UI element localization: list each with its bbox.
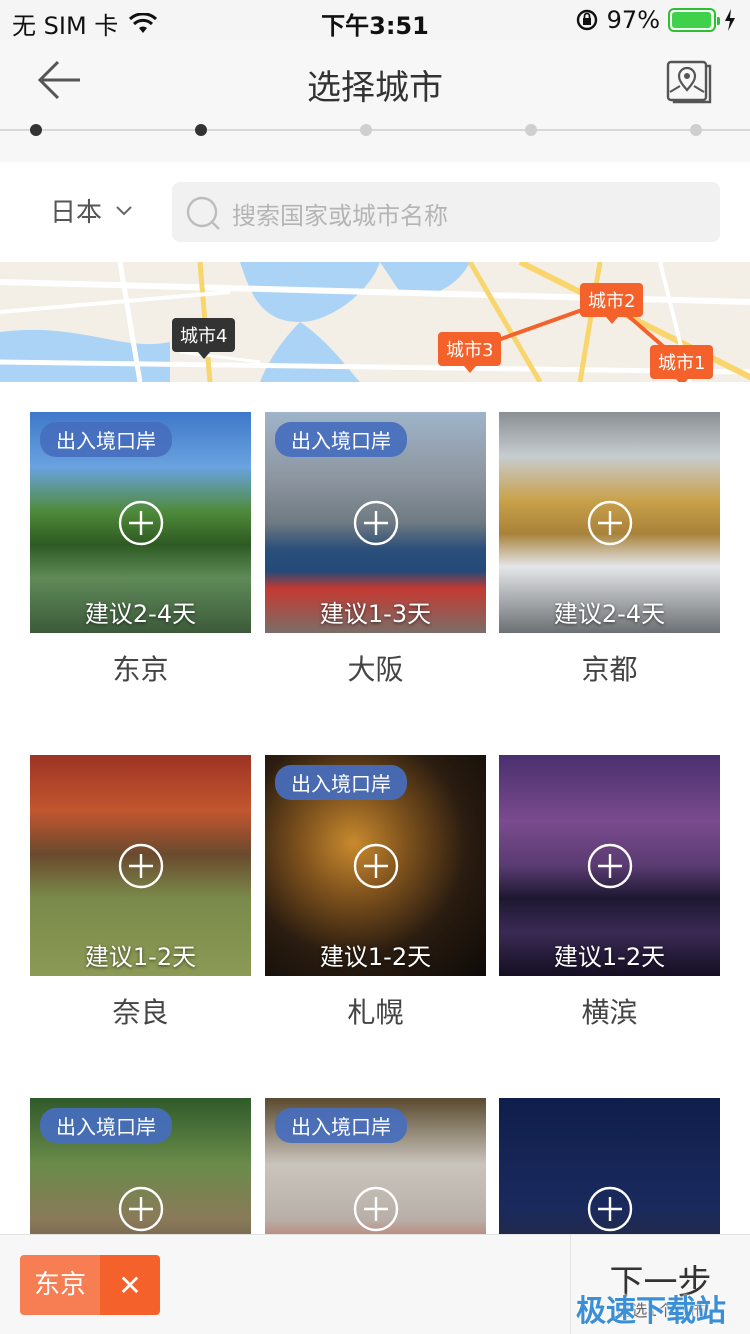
add-circle-icon[interactable] — [118, 843, 164, 889]
map-pin-city-4[interactable]: 城市4 — [172, 318, 236, 359]
map-background — [0, 262, 750, 382]
page: 无 SIM 卡 下午3:51 97% 选择城市 日本 搜索国家或城市名称 城市4… — [0, 0, 750, 1334]
add-circle-icon[interactable] — [118, 500, 164, 546]
watermark-logo: 极速下载站 — [576, 1294, 726, 1329]
city-photo: 出入境口岸 建议2-4天 — [30, 412, 251, 633]
battery-percent: 97% — [606, 6, 660, 34]
suggested-days: 建议1-3天 — [319, 600, 432, 628]
map-pin-city-3[interactable]: 城市3 — [438, 332, 502, 373]
city-photo: 建议2-4天 — [499, 412, 720, 633]
step-dot-2 — [195, 124, 207, 136]
port-badge: 出入境口岸 — [40, 422, 172, 457]
city-name: 横滨 — [581, 996, 638, 1029]
suggested-days: 建议2-4天 — [84, 600, 197, 628]
chevron-down-icon — [116, 205, 132, 215]
add-circle-icon[interactable] — [118, 1186, 164, 1232]
step-progress — [0, 124, 750, 136]
route-map[interactable]: 城市4 城市3 城市2 城市1 — [0, 262, 750, 382]
city-card-tokyo[interactable]: 出入境口岸 建议2-4天 东京 — [30, 412, 251, 686]
city-name: 京都 — [581, 653, 638, 686]
city-card-yokohama[interactable]: 建议1-2天 横滨 — [499, 755, 720, 1029]
port-badge: 出入境口岸 — [275, 765, 407, 800]
city-name: 东京 — [112, 653, 169, 686]
suggested-days: 建议2-4天 — [553, 600, 666, 628]
step-dot-1 — [30, 124, 42, 136]
charging-icon — [725, 9, 735, 31]
city-photo: 建议1-2天 — [30, 755, 251, 976]
country-label: 日本 — [50, 198, 103, 228]
suggested-days: 建议1-2天 — [84, 943, 197, 971]
map-view-icon[interactable] — [666, 58, 712, 104]
city-photo: 出入境口岸 建议1-3天 — [265, 412, 486, 633]
status-right: 97% — [575, 6, 736, 34]
filter-row: 日本 搜索国家或城市名称 — [0, 162, 750, 262]
search-placeholder: 搜索国家或城市名称 — [232, 202, 448, 230]
add-circle-icon[interactable] — [587, 843, 633, 889]
add-circle-icon[interactable] — [587, 500, 633, 546]
city-name: 大阪 — [347, 653, 404, 686]
map-pin-city-1[interactable]: 城市1 — [650, 345, 714, 382]
port-badge: 出入境口岸 — [275, 422, 407, 457]
add-circle-icon[interactable] — [353, 1186, 399, 1232]
close-icon[interactable]: ✕ — [100, 1255, 161, 1315]
selected-city-chip[interactable]: 东京 ✕ — [20, 1255, 161, 1315]
status-bar: 无 SIM 卡 下午3:51 97% — [0, 0, 750, 40]
suggested-days: 建议1-2天 — [319, 943, 432, 971]
step-dot-3 — [360, 124, 372, 136]
country-selector[interactable]: 日本 — [50, 192, 132, 229]
step-line — [0, 129, 750, 131]
selected-city-label: 东京 — [20, 1255, 101, 1315]
suggested-days: 建议1-2天 — [553, 943, 666, 971]
port-badge: 出入境口岸 — [40, 1108, 172, 1143]
city-photo: 建议1-2天 — [499, 755, 720, 976]
city-name: 奈良 — [112, 996, 169, 1029]
city-card-kyoto[interactable]: 建议2-4天 京都 — [499, 412, 720, 686]
search-icon — [186, 196, 220, 230]
step-dot-5 — [690, 124, 702, 136]
page-title: 选择城市 — [307, 68, 443, 108]
city-photo: 出入境口岸 建议1-2天 — [265, 755, 486, 976]
battery-icon — [668, 8, 720, 32]
search-input[interactable]: 搜索国家或城市名称 — [172, 182, 720, 242]
add-circle-icon[interactable] — [353, 843, 399, 889]
nav-bar: 选择城市 — [0, 40, 750, 162]
city-card-sapporo[interactable]: 出入境口岸 建议1-2天 札幌 — [265, 755, 486, 1029]
city-card-nara[interactable]: 建议1-2天 奈良 — [30, 755, 251, 1029]
map-pin-city-2[interactable]: 城市2 — [580, 283, 644, 324]
port-badge: 出入境口岸 — [275, 1108, 407, 1143]
city-name: 札幌 — [347, 996, 404, 1029]
step-dot-4 — [525, 124, 537, 136]
city-card-osaka[interactable]: 出入境口岸 建议1-3天 大阪 — [265, 412, 486, 686]
rotation-lock-icon — [576, 9, 597, 31]
add-circle-icon[interactable] — [587, 1186, 633, 1232]
add-circle-icon[interactable] — [353, 500, 399, 546]
